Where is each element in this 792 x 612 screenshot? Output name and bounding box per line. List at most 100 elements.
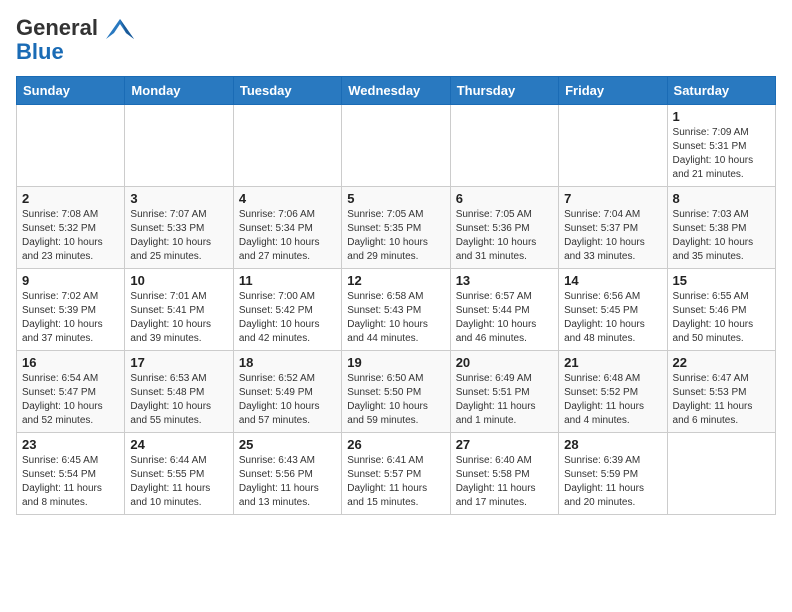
calendar-cell: 5 Sunrise: 7:05 AM Sunset: 5:35 PM Daylig… <box>342 187 450 269</box>
weekday-header-wednesday: Wednesday <box>342 77 450 105</box>
calendar-cell: 24 Sunrise: 6:44 AM Sunset: 5:55 PM Dayli… <box>125 433 233 515</box>
weekday-header-saturday: Saturday <box>667 77 775 105</box>
calendar-cell: 6 Sunrise: 7:05 AM Sunset: 5:36 PM Daylig… <box>450 187 558 269</box>
calendar-cell: 25 Sunrise: 6:43 AM Sunset: 5:56 PM Dayli… <box>233 433 341 515</box>
day-info: Sunrise: 7:07 AM Sunset: 5:33 PM Dayligh… <box>130 208 227 264</box>
day-info: Sunrise: 7:01 AM Sunset: 5:41 PM Dayligh… <box>130 290 227 346</box>
calendar-cell: 4 Sunrise: 7:06 AM Sunset: 5:34 PM Daylig… <box>233 187 341 269</box>
day-number: 24 <box>130 437 227 452</box>
calendar-cell: 15Sunrise: 6:55 AM Sunset: 5:46 PM Dayli… <box>667 269 775 351</box>
calendar-week-row: 9 Sunrise: 7:02 AM Sunset: 5:39 PM Daylig… <box>17 269 776 351</box>
calendar-cell: 17Sunrise: 6:53 AM Sunset: 5:48 PM Dayli… <box>125 351 233 433</box>
day-info: Sunrise: 7:05 AM Sunset: 5:35 PM Dayligh… <box>347 208 444 264</box>
day-info: Sunrise: 6:58 AM Sunset: 5:43 PM Dayligh… <box>347 290 444 346</box>
calendar-cell: 1 Sunrise: 7:09 AM Sunset: 5:31 PM Daylig… <box>667 105 775 187</box>
day-info: Sunrise: 6:41 AM Sunset: 5:57 PM Dayligh… <box>347 454 444 510</box>
calendar-cell: 20 Sunrise: 6:49 AM Sunset: 5:51 PM Dayli… <box>450 351 558 433</box>
day-number: 18 <box>239 355 336 370</box>
day-number: 27 <box>456 437 553 452</box>
day-info: Sunrise: 6:47 AM Sunset: 5:53 PM Dayligh… <box>673 372 770 428</box>
weekday-header-tuesday: Tuesday <box>233 77 341 105</box>
day-info: Sunrise: 6:50 AM Sunset: 5:50 PM Dayligh… <box>347 372 444 428</box>
day-info: Sunrise: 7:08 AM Sunset: 5:32 PM Dayligh… <box>22 208 119 264</box>
day-number: 9 <box>22 273 119 288</box>
day-number: 28 <box>564 437 661 452</box>
day-number: 6 <box>456 191 553 206</box>
calendar-cell: 16Sunrise: 6:54 AM Sunset: 5:47 PM Dayli… <box>17 351 125 433</box>
day-number: 17 <box>130 355 227 370</box>
day-info: Sunrise: 7:09 AM Sunset: 5:31 PM Dayligh… <box>673 126 770 182</box>
calendar-cell: 28 Sunrise: 6:39 AM Sunset: 5:59 PM Dayli… <box>559 433 667 515</box>
day-number: 16 <box>22 355 119 370</box>
day-number: 21 <box>564 355 661 370</box>
day-number: 23 <box>22 437 119 452</box>
calendar-cell: 22 Sunrise: 6:47 AM Sunset: 5:53 PM Dayli… <box>667 351 775 433</box>
calendar-week-row: 1 Sunrise: 7:09 AM Sunset: 5:31 PM Daylig… <box>17 105 776 187</box>
calendar-cell: 3Sunrise: 7:07 AM Sunset: 5:33 PM Daylig… <box>125 187 233 269</box>
logo-general: General <box>16 15 98 40</box>
day-number: 26 <box>347 437 444 452</box>
day-info: Sunrise: 6:45 AM Sunset: 5:54 PM Dayligh… <box>22 454 119 510</box>
page-header: General Blue <box>16 16 776 64</box>
calendar-cell <box>450 105 558 187</box>
weekday-header-monday: Monday <box>125 77 233 105</box>
logo: General Blue <box>16 16 134 64</box>
day-info: Sunrise: 7:02 AM Sunset: 5:39 PM Dayligh… <box>22 290 119 346</box>
calendar-cell: 21 Sunrise: 6:48 AM Sunset: 5:52 PM Dayli… <box>559 351 667 433</box>
calendar-cell <box>667 433 775 515</box>
day-number: 2 <box>22 191 119 206</box>
weekday-header-thursday: Thursday <box>450 77 558 105</box>
calendar-cell: 2 Sunrise: 7:08 AM Sunset: 5:32 PM Daylig… <box>17 187 125 269</box>
calendar-cell: 8 Sunrise: 7:03 AM Sunset: 5:38 PM Daylig… <box>667 187 775 269</box>
calendar-cell: 12 Sunrise: 6:58 AM Sunset: 5:43 PM Dayli… <box>342 269 450 351</box>
calendar-cell: 26 Sunrise: 6:41 AM Sunset: 5:57 PM Dayli… <box>342 433 450 515</box>
calendar-cell: 11Sunrise: 7:00 AM Sunset: 5:42 PM Dayli… <box>233 269 341 351</box>
calendar-week-row: 16Sunrise: 6:54 AM Sunset: 5:47 PM Dayli… <box>17 351 776 433</box>
weekday-header-friday: Friday <box>559 77 667 105</box>
day-info: Sunrise: 6:52 AM Sunset: 5:49 PM Dayligh… <box>239 372 336 428</box>
calendar-cell: 18 Sunrise: 6:52 AM Sunset: 5:49 PM Dayli… <box>233 351 341 433</box>
calendar-cell <box>559 105 667 187</box>
day-info: Sunrise: 7:05 AM Sunset: 5:36 PM Dayligh… <box>456 208 553 264</box>
weekday-header-sunday: Sunday <box>17 77 125 105</box>
day-info: Sunrise: 6:55 AM Sunset: 5:46 PM Dayligh… <box>673 290 770 346</box>
calendar-cell: 13 Sunrise: 6:57 AM Sunset: 5:44 PM Dayli… <box>450 269 558 351</box>
day-info: Sunrise: 7:03 AM Sunset: 5:38 PM Dayligh… <box>673 208 770 264</box>
day-info: Sunrise: 6:48 AM Sunset: 5:52 PM Dayligh… <box>564 372 661 428</box>
day-info: Sunrise: 7:06 AM Sunset: 5:34 PM Dayligh… <box>239 208 336 264</box>
day-number: 13 <box>456 273 553 288</box>
calendar-cell <box>17 105 125 187</box>
day-info: Sunrise: 6:56 AM Sunset: 5:45 PM Dayligh… <box>564 290 661 346</box>
logo-bird-icon <box>106 19 134 39</box>
day-number: 22 <box>673 355 770 370</box>
day-info: Sunrise: 6:57 AM Sunset: 5:44 PM Dayligh… <box>456 290 553 346</box>
day-number: 20 <box>456 355 553 370</box>
day-number: 7 <box>564 191 661 206</box>
calendar-week-row: 2 Sunrise: 7:08 AM Sunset: 5:32 PM Daylig… <box>17 187 776 269</box>
calendar-cell: 14 Sunrise: 6:56 AM Sunset: 5:45 PM Dayli… <box>559 269 667 351</box>
day-number: 12 <box>347 273 444 288</box>
day-number: 11 <box>239 273 336 288</box>
day-number: 5 <box>347 191 444 206</box>
day-info: Sunrise: 6:43 AM Sunset: 5:56 PM Dayligh… <box>239 454 336 510</box>
day-number: 8 <box>673 191 770 206</box>
calendar-cell: 7 Sunrise: 7:04 AM Sunset: 5:37 PM Daylig… <box>559 187 667 269</box>
calendar-cell: 10Sunrise: 7:01 AM Sunset: 5:41 PM Dayli… <box>125 269 233 351</box>
calendar-cell: 23 Sunrise: 6:45 AM Sunset: 5:54 PM Dayli… <box>17 433 125 515</box>
calendar-table: SundayMondayTuesdayWednesdayThursdayFrid… <box>16 76 776 515</box>
day-number: 4 <box>239 191 336 206</box>
day-number: 25 <box>239 437 336 452</box>
day-number: 14 <box>564 273 661 288</box>
calendar-cell <box>233 105 341 187</box>
day-info: Sunrise: 6:49 AM Sunset: 5:51 PM Dayligh… <box>456 372 553 428</box>
day-number: 19 <box>347 355 444 370</box>
day-info: Sunrise: 7:04 AM Sunset: 5:37 PM Dayligh… <box>564 208 661 264</box>
day-info: Sunrise: 6:44 AM Sunset: 5:55 PM Dayligh… <box>130 454 227 510</box>
day-number: 1 <box>673 109 770 124</box>
calendar-week-row: 23 Sunrise: 6:45 AM Sunset: 5:54 PM Dayli… <box>17 433 776 515</box>
weekday-header-row: SundayMondayTuesdayWednesdayThursdayFrid… <box>17 77 776 105</box>
calendar-cell <box>125 105 233 187</box>
calendar-cell: 27Sunrise: 6:40 AM Sunset: 5:58 PM Dayli… <box>450 433 558 515</box>
calendar-cell: 19 Sunrise: 6:50 AM Sunset: 5:50 PM Dayli… <box>342 351 450 433</box>
day-info: Sunrise: 6:39 AM Sunset: 5:59 PM Dayligh… <box>564 454 661 510</box>
